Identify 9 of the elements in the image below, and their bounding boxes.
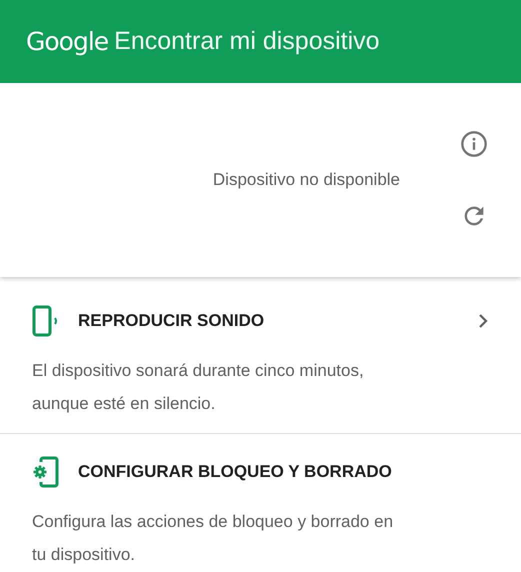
action-description: El dispositivo sonará durante cinco minutos, aunque esté en silencio. <box>32 360 365 415</box>
action-description: Configura las acciones de bloqueo y borrado en tu dispositivo. <box>32 511 394 566</box>
device-status: Dispositivo no disponible <box>212 170 400 190</box>
info-icon[interactable] <box>460 130 488 158</box>
action-title[interactable]: CONFIGURAR BLOQUEO Y BORRADO <box>78 462 488 482</box>
app-title: Encontrar mi dispositivo <box>114 27 380 56</box>
action-title[interactable]: REPRODUCIR SONIDO <box>78 311 478 331</box>
brand-logo-text: Google <box>26 27 108 56</box>
chevron-right-icon[interactable] <box>478 313 488 329</box>
